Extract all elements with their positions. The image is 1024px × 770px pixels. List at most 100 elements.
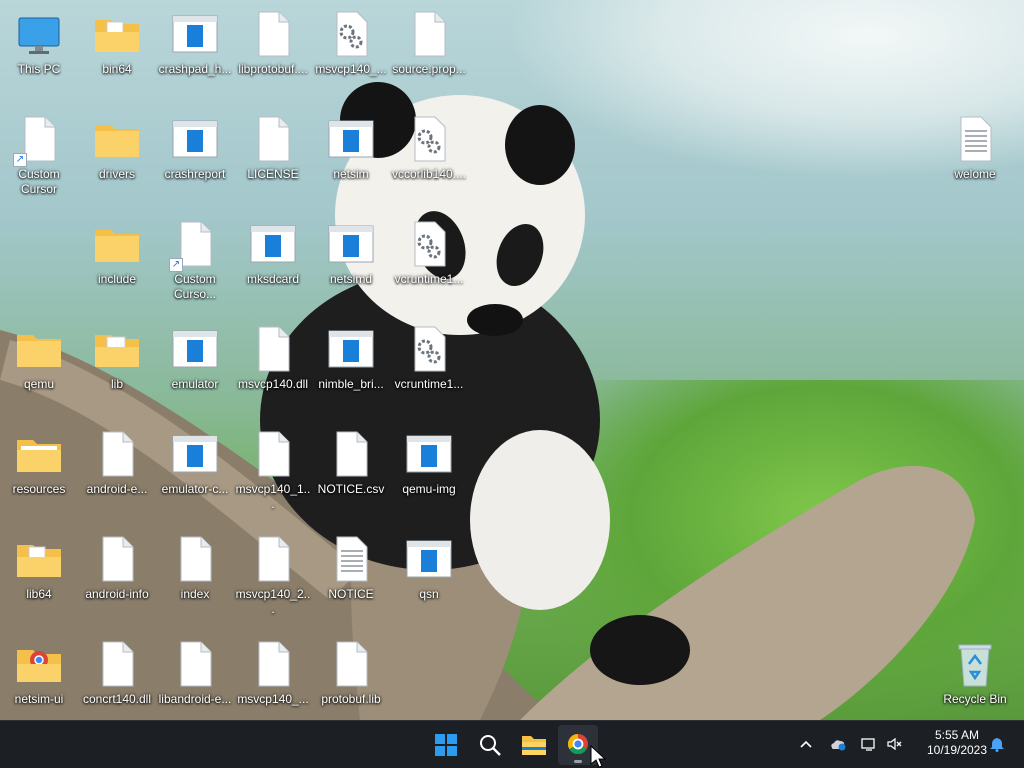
icon-label: msvcp140_1... — [235, 482, 311, 511]
desktop-icon-notice-csv[interactable]: NOTICE.csv — [312, 424, 390, 524]
desktop-icon-lib[interactable]: lib — [78, 319, 156, 419]
start-icon — [435, 734, 457, 756]
desktop-icon-emulator[interactable]: emulator — [156, 319, 234, 419]
folder-icon — [93, 220, 141, 268]
shortcut-file-icon: ↗ — [169, 220, 219, 272]
folder-icon — [15, 535, 63, 583]
icon-label: libprotobuf.... — [238, 62, 308, 76]
icon-label: android-info — [85, 587, 149, 601]
file-icon — [249, 325, 297, 373]
clock-time: 5:55 AM — [934, 728, 980, 742]
icon-label: Custom Curso... — [173, 272, 216, 301]
icon-label: concrt140.dll — [82, 692, 152, 706]
desktop-icon-qsn[interactable]: qsn — [390, 529, 468, 629]
desktop-icon-recycle-bin[interactable]: Recycle Bin — [936, 634, 1014, 734]
chevron-up-icon[interactable] — [797, 736, 815, 752]
clock-date: 10/19/2023 — [926, 743, 988, 757]
file-explorer-button[interactable] — [514, 725, 554, 765]
desktop-icon-nimble-bri[interactable]: nimble_bri... — [312, 319, 390, 419]
icon-label: qemu-img — [402, 482, 456, 496]
icon-label: LICENSE — [247, 167, 299, 181]
desktop-icon-libprotobuf[interactable]: libprotobuf.... — [234, 4, 312, 104]
desktop-icon-msvcp140-x[interactable]: msvcp140_... — [234, 634, 312, 734]
desktop-icon-welome[interactable]: welome — [936, 109, 1014, 209]
icon-label: crashpad_h... — [158, 62, 232, 76]
desktop-icon-crashreport[interactable]: crashreport — [156, 109, 234, 209]
desktop-icon-vcruntime1-b[interactable]: vcruntime1... — [390, 319, 468, 419]
bell-icon[interactable] — [988, 736, 1006, 752]
icon-label: bin64 — [102, 62, 132, 76]
desktop-icon-bin64[interactable]: bin64 — [78, 4, 156, 104]
desktop-icon-msvcp140-1[interactable]: msvcp140_1... — [234, 424, 312, 524]
shortcut-arrow-icon: ↗ — [13, 153, 27, 167]
desktop-icon-concrt140[interactable]: concrt140.dll — [78, 634, 156, 734]
dll-gear-icon — [405, 325, 453, 373]
shortcut-file-icon: ↗ — [13, 115, 63, 167]
file-icon — [249, 640, 297, 688]
app-icon — [249, 220, 297, 268]
desktop-icon-custom-cursor-2[interactable]: ↗ Custom Curso... — [156, 214, 234, 314]
file-icon — [405, 10, 453, 58]
active-indicator — [574, 760, 582, 763]
desktop-icon-mksdcard[interactable]: mksdcard — [234, 214, 312, 314]
icon-label: netsim-ui — [14, 692, 64, 706]
icon-label: NOTICE — [328, 587, 374, 601]
desktop-icon-msvcp140-2[interactable]: msvcp140_2... — [234, 529, 312, 629]
desktop-icon-android-e[interactable]: android-e... — [78, 424, 156, 524]
icon-label: qsn — [419, 587, 439, 601]
dll-gear-icon — [327, 10, 375, 58]
icon-label: Custom Cursor — [18, 167, 60, 196]
desktop-icon-drivers[interactable]: drivers — [78, 109, 156, 209]
start-button[interactable] — [426, 725, 466, 765]
dll-gear-icon — [405, 220, 453, 268]
volume-muted-icon[interactable] — [886, 736, 904, 752]
desktop-icon-vccorlib140[interactable]: vccorlib140.... — [390, 109, 468, 209]
desktop-icon-resources[interactable]: resources — [0, 424, 78, 524]
desktop-icon-license[interactable]: LICENSE — [234, 109, 312, 209]
desktop-icon-msvcp140-gear[interactable]: msvcp140_... — [312, 4, 390, 104]
folder-icon — [15, 430, 63, 478]
desktop-icon-qemu-img[interactable]: qemu-img — [390, 424, 468, 524]
icon-label: lib64 — [26, 587, 52, 601]
mouse-cursor-icon — [590, 745, 606, 768]
icon-label: include — [97, 272, 137, 286]
onedrive-icon[interactable] — [829, 736, 847, 752]
network-icon[interactable] — [860, 736, 878, 752]
file-icon — [171, 640, 219, 688]
recycle-bin-icon — [951, 640, 999, 688]
icon-label: vcruntime1... — [394, 272, 464, 286]
desktop-icon-libandroid-e[interactable]: libandroid-e... — [156, 634, 234, 734]
desktop-icon-msvcp140-dll[interactable]: msvcp140.dll — [234, 319, 312, 419]
desktop-icon-netsim[interactable]: netsim — [312, 109, 390, 209]
icon-label: mksdcard — [246, 272, 299, 286]
desktop-icon-android-info[interactable]: android-info — [78, 529, 156, 629]
search-button[interactable] — [470, 725, 510, 765]
clock[interactable]: 5:55 AM 10/19/2023 — [915, 728, 999, 758]
file-icon — [249, 535, 297, 583]
desktop-icon-netsimd[interactable]: netsimd — [312, 214, 390, 314]
desktop-icon-notice[interactable]: NOTICE — [312, 529, 390, 629]
file-icon — [249, 115, 297, 163]
desktop-icon-netsim-ui[interactable]: netsim-ui — [0, 634, 78, 734]
desktop-icon-qemu[interactable]: qemu — [0, 319, 78, 419]
desktop-icon-protobuf-lib[interactable]: protobuf.lib — [312, 634, 390, 734]
file-icon — [249, 430, 297, 478]
app-icon — [405, 430, 453, 478]
desktop-icon-include[interactable]: include — [78, 214, 156, 314]
icon-label: emulator — [171, 377, 219, 391]
icon-label: vccorlib140.... — [391, 167, 467, 181]
desktop-icon-vcruntime1-a[interactable]: vcruntime1... — [390, 214, 468, 314]
desktop-icon-emulator-c[interactable]: emulator-c... — [156, 424, 234, 524]
icon-label: netsim — [333, 167, 369, 181]
desktop-icon-source-prop[interactable]: source.prop... — [390, 4, 468, 104]
desktop-icon-index[interactable]: index — [156, 529, 234, 629]
app-icon — [171, 430, 219, 478]
desktop-icon-crashpad[interactable]: crashpad_h... — [156, 4, 234, 104]
desktop-icon-lib64[interactable]: lib64 — [0, 529, 78, 629]
desktop-icon-this-pc[interactable]: This PC — [0, 4, 78, 104]
app-icon — [405, 535, 453, 583]
icon-label: drivers — [98, 167, 135, 181]
folder-icon — [93, 325, 141, 373]
desktop-icon-custom-cursor[interactable]: ↗ Custom Cursor — [0, 109, 78, 209]
file-explorer-icon — [522, 736, 546, 755]
